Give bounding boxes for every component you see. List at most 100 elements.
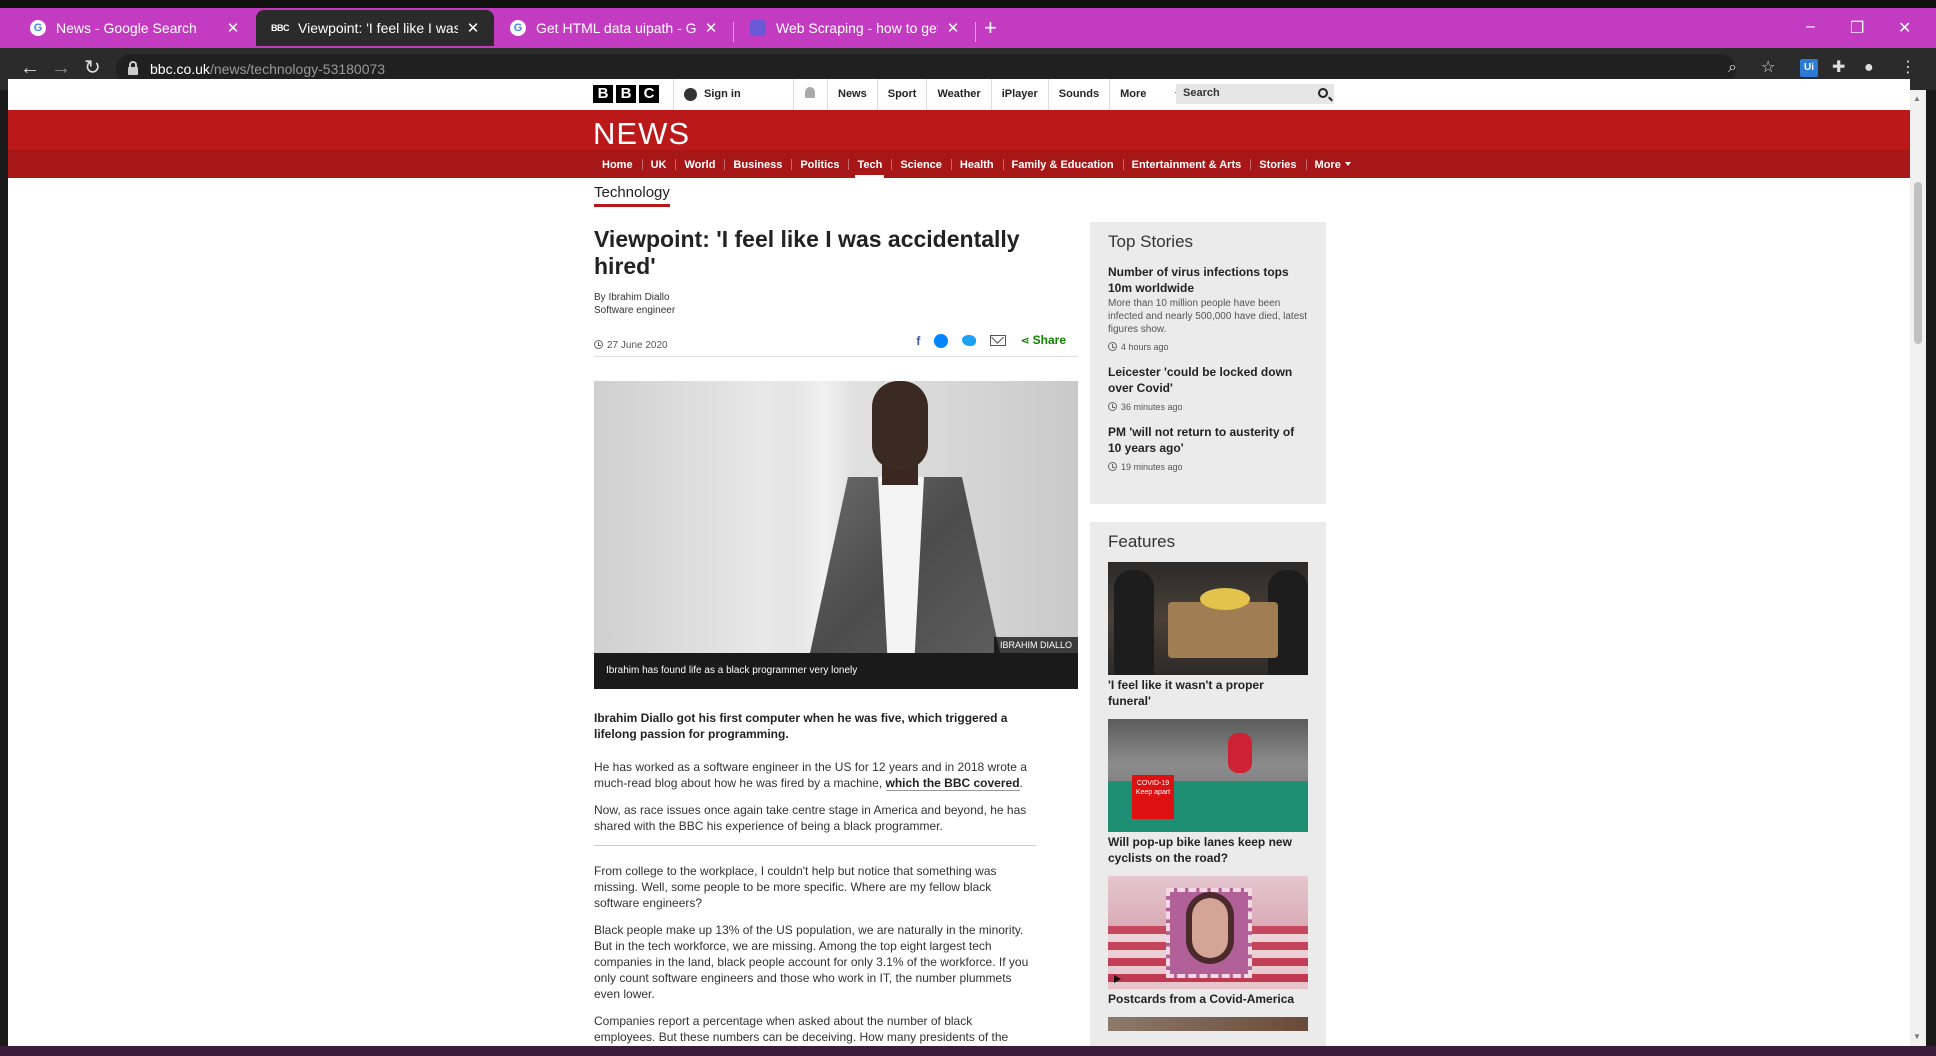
back-arrow-icon[interactable]: ←: [20, 57, 40, 79]
news-nav-politics[interactable]: Politics: [791, 150, 848, 178]
story-timestamp: 36 minutes ago: [1108, 402, 1308, 412]
divider: [594, 845, 1036, 846]
article-paragraph: He has worked as a software engineer in …: [594, 760, 1027, 791]
news-nav-tech[interactable]: Tech: [848, 150, 891, 178]
zoom-icon[interactable]: ⌕: [1728, 58, 1737, 78]
email-icon[interactable]: [990, 335, 1007, 346]
scrollbar-thumb[interactable]: [1914, 182, 1922, 344]
section-label[interactable]: Technology: [594, 184, 670, 207]
messenger-icon[interactable]: [934, 333, 949, 348]
close-tab-icon[interactable]: ✕: [224, 19, 242, 37]
url-text[interactable]: bbc.co.uk/news/technology-53180073: [150, 61, 385, 77]
minimize-button[interactable]: –: [1806, 18, 1815, 36]
story-title[interactable]: PM 'will not return to austerity of 10 y…: [1108, 424, 1308, 456]
article-intro: Ibrahim Diallo got his first computer wh…: [594, 711, 1008, 741]
bbc-top-nav: News Sport Weather iPlayer Sounds More: [827, 79, 1189, 110]
clock-icon: [1108, 462, 1117, 471]
news-nav-science[interactable]: Science: [891, 150, 951, 178]
tab-strip: G News - Google Search ✕ BBC Viewpoint: …: [0, 8, 1936, 48]
nav-sport[interactable]: Sport: [876, 79, 927, 110]
nav-iplayer[interactable]: iPlayer: [990, 79, 1048, 110]
feature-image-funeral[interactable]: [1108, 562, 1308, 675]
clock-icon: [1108, 342, 1117, 351]
page-scrollbar[interactable]: ▲ ▼: [1910, 90, 1926, 1046]
news-nav-home[interactable]: Home: [593, 150, 642, 178]
feature-image-bike-lanes[interactable]: COVID-19 Keep apart: [1108, 719, 1308, 832]
facebook-icon[interactable]: f: [916, 334, 920, 348]
profile-avatar-icon[interactable]: ●: [1864, 58, 1874, 78]
search-icon[interactable]: [1318, 88, 1328, 98]
feature-image-postcards[interactable]: [1108, 876, 1308, 989]
close-tab-icon[interactable]: ✕: [702, 19, 720, 37]
byline: By Ibrahim Diallo Software engineer: [594, 291, 1078, 317]
story-title[interactable]: Leicester 'could be locked down over Cov…: [1108, 364, 1308, 396]
sign-in-link[interactable]: Sign in: [673, 79, 793, 110]
news-nav-entertainment-arts[interactable]: Entertainment & Arts: [1122, 150, 1251, 178]
scroll-up-icon[interactable]: ▲: [1913, 94, 1921, 103]
story-timestamp: 4 hours ago: [1108, 342, 1308, 352]
sign-in-label: Sign in: [704, 88, 741, 100]
tab-title: Viewpoint: 'I feel like I was accide: [298, 20, 458, 36]
news-nav-more[interactable]: More: [1305, 150, 1360, 178]
bbc-global-nav: B B C Sign in News Sport Weather iPlayer…: [8, 79, 1910, 110]
article-hero-image: IBRAHIM DIALLO Ibrahim has found life as…: [594, 381, 1078, 689]
image-credit: IBRAHIM DIALLO: [993, 637, 1078, 653]
top-story-item[interactable]: Number of virus infections tops 10m worl…: [1108, 264, 1308, 352]
feature-title[interactable]: 'I feel like it wasn't a proper funeral': [1108, 677, 1308, 709]
nav-news[interactable]: News: [827, 79, 877, 110]
news-nav-uk[interactable]: UK: [641, 150, 676, 178]
scroll-down-icon[interactable]: ▼: [1913, 1032, 1921, 1041]
top-story-item[interactable]: PM 'will not return to austerity of 10 y…: [1108, 424, 1308, 472]
feature-image-partial[interactable]: [1108, 1017, 1308, 1031]
bbc-covered-link[interactable]: which the BBC covered: [885, 776, 1020, 791]
nav-weather[interactable]: Weather: [926, 79, 990, 110]
news-nav-stories[interactable]: Stories: [1250, 150, 1305, 178]
page-right-edge: [1926, 90, 1936, 1046]
close-tab-icon[interactable]: ✕: [944, 19, 962, 37]
bbc-search-input[interactable]: Search: [1176, 84, 1334, 104]
news-nav-family-education[interactable]: Family & Education: [1002, 150, 1123, 178]
forward-arrow-icon[interactable]: →: [51, 57, 71, 79]
clock-icon: [1108, 402, 1117, 411]
bookmark-star-icon[interactable]: ☆: [1761, 58, 1775, 78]
feature-title[interactable]: Will pop-up bike lanes keep new cyclists…: [1108, 834, 1308, 866]
restore-button[interactable]: ❐: [1850, 18, 1864, 38]
tab-bbc-article[interactable]: BBC Viewpoint: 'I feel like I was accide…: [256, 10, 494, 46]
close-window-button[interactable]: ✕: [1898, 18, 1911, 38]
share-button[interactable]: ⋖ Share: [1020, 333, 1066, 348]
news-nav-business[interactable]: Business: [724, 150, 791, 178]
tab-web-scraping[interactable]: Web Scraping - how to get html ✕: [734, 10, 974, 46]
tab-title: Get HTML data uipath - Google S: [536, 20, 696, 36]
notifications-bell-icon[interactable]: [793, 79, 827, 110]
top-story-item[interactable]: Leicester 'could be locked down over Cov…: [1108, 364, 1308, 412]
bbc-logo[interactable]: B B C: [593, 85, 659, 103]
bbc-icon: BBC: [271, 23, 290, 33]
browser-menu-icon[interactable]: ⋮: [1900, 58, 1916, 78]
feature-title[interactable]: Postcards from a Covid-America: [1108, 991, 1308, 1007]
bbc-logo-letter: B: [593, 85, 613, 103]
nav-sounds[interactable]: Sounds: [1047, 79, 1109, 110]
extensions-puzzle-icon[interactable]: ✚: [1832, 58, 1845, 78]
tab-google-uipath[interactable]: G Get HTML data uipath - Google S ✕: [494, 10, 732, 46]
article-date: 27 June 2020: [607, 340, 668, 351]
new-tab-button[interactable]: +: [984, 17, 997, 39]
twitter-icon[interactable]: [962, 335, 977, 346]
dateline: 27 June 2020 f ⋖ Share: [594, 333, 1078, 357]
story-title[interactable]: Number of virus infections tops 10m worl…: [1108, 264, 1308, 296]
search-placeholder: Search: [1183, 87, 1220, 99]
article-headline: Viewpoint: 'I feel like I was accidental…: [594, 226, 1020, 279]
tab-google-news[interactable]: G News - Google Search ✕: [14, 10, 254, 46]
news-nav-world[interactable]: World: [675, 150, 724, 178]
account-icon: [684, 88, 697, 101]
share-tools: f ⋖ Share: [916, 333, 1066, 348]
close-tab-icon[interactable]: ✕: [464, 19, 482, 37]
lock-icon: [128, 61, 138, 75]
news-nav-health[interactable]: Health: [950, 150, 1003, 178]
news-logo[interactable]: NEWS: [593, 116, 690, 152]
page-left-gutter: [0, 90, 8, 1046]
chevron-down-icon: [1344, 162, 1351, 166]
uipath-extension-icon[interactable]: Ui: [1800, 59, 1818, 77]
play-icon: [1114, 975, 1121, 983]
article-paragraph: Now, as race issues once again take cent…: [594, 803, 1027, 833]
reload-icon[interactable]: ↻: [84, 57, 101, 79]
